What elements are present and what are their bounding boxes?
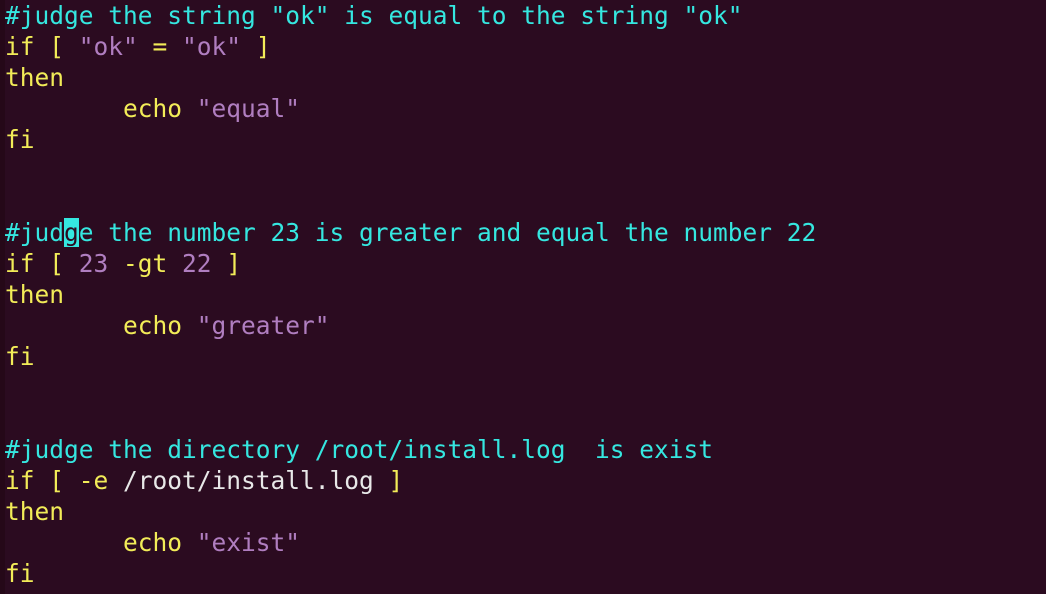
token-number: 23 (78, 249, 109, 278)
token-plain: /root/install.log (123, 466, 374, 495)
token-keyword: if [ (5, 249, 79, 278)
token-keyword: then (5, 280, 65, 309)
line-echo-equal[interactable]: echo "equal" (5, 93, 1046, 124)
line-fi-3[interactable]: fi (5, 558, 1046, 589)
line-if-number-test[interactable]: if [ 23 -gt 22 ] (5, 248, 1046, 279)
token-string: "ok" (182, 32, 242, 61)
line-blank-4[interactable] (5, 403, 1046, 434)
token-keyword: ] (373, 466, 404, 495)
terminal-window[interactable]: #judge the string "ok" is equal to the s… (0, 0, 1046, 594)
line-then-3[interactable]: then (5, 496, 1046, 527)
token-comment: #judge the string "ok" is equal to the s… (5, 1, 743, 30)
token-keyword: -gt (108, 249, 183, 278)
token-string: "exist" (196, 528, 301, 557)
line-echo-exist[interactable]: echo "exist" (5, 527, 1046, 558)
token-comment: e the number 23 is greater and equal the… (78, 218, 817, 247)
line-comment-string-equal[interactable]: #judge the string "ok" is equal to the s… (5, 0, 1046, 31)
token-keyword: echo (123, 94, 197, 123)
line-if-file-test[interactable]: if [ -e /root/install.log ] (5, 465, 1046, 496)
line-echo-greater[interactable]: echo "greater" (5, 310, 1046, 341)
text-cursor: g (64, 218, 79, 247)
line-comment-number-greater[interactable]: #judge the number 23 is greater and equa… (5, 217, 1046, 248)
token-keyword: fi (5, 559, 35, 588)
line-comment-directory-exist[interactable]: #judge the directory /root/install.log i… (5, 434, 1046, 465)
line-then-1[interactable]: then (5, 62, 1046, 93)
token-keyword: then (5, 497, 65, 526)
token-keyword: -e (78, 466, 124, 495)
code-editor-buffer[interactable]: #judge the string "ok" is equal to the s… (5, 0, 1046, 594)
line-fi-1[interactable]: fi (5, 124, 1046, 155)
line-blank-1[interactable] (5, 155, 1046, 186)
line-if-string-test[interactable]: if [ "ok" = "ok" ] (5, 31, 1046, 62)
token-keyword: ] (241, 32, 271, 61)
token-string: "equal" (196, 94, 301, 123)
token-string: "greater" (196, 311, 330, 340)
token-keyword: fi (5, 125, 35, 154)
token-keyword: echo (123, 311, 197, 340)
line-then-2[interactable]: then (5, 279, 1046, 310)
line-blank-2[interactable] (5, 186, 1046, 217)
token-keyword: fi (5, 342, 35, 371)
token-string: "ok" (78, 32, 138, 61)
token-keyword: if [ (5, 32, 79, 61)
line-fi-2[interactable]: fi (5, 341, 1046, 372)
token-operator: = (137, 32, 183, 61)
token-keyword: then (5, 63, 65, 92)
token-comment: #jud (5, 218, 65, 247)
token-comment: #judge the directory /root/install.log i… (5, 435, 714, 464)
token-keyword: echo (123, 528, 197, 557)
token-number: 22 (182, 249, 212, 278)
token-keyword: ] (211, 249, 242, 278)
line-blank-3[interactable] (5, 372, 1046, 403)
token-keyword: if [ (5, 466, 79, 495)
